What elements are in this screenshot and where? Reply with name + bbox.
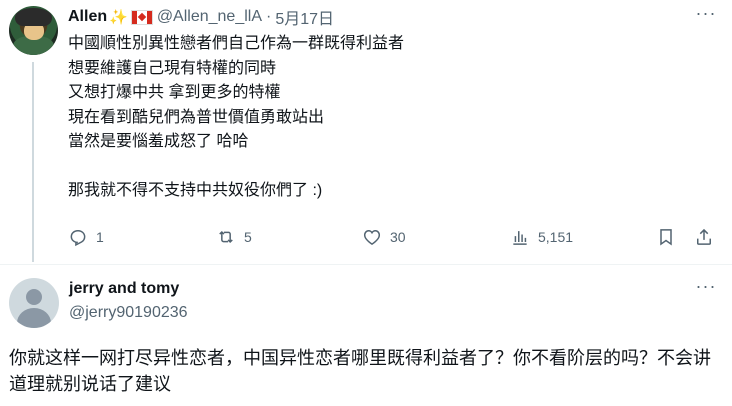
reply-more-options-icon[interactable]: ··· — [694, 277, 718, 299]
author-name[interactable]: Allen — [68, 8, 107, 26]
tweet-text: 中國順性別異性戀者們自己作為一群既得利益者 想要維護自己現有特權的同時 又想打爆中共… — [68, 32, 404, 204]
bookmark-button[interactable] — [656, 224, 676, 250]
tweet[interactable]: Allen ✨ @Allen_ne_llA · 5月17日 ··· 中國順性別異… — [0, 0, 732, 262]
views-button[interactable]: 5,151 — [510, 224, 573, 250]
sparkles-emoji: ✨ — [109, 9, 128, 26]
tweet-text-line: 當然是要惱羞成怒了 哈哈 — [68, 133, 249, 150]
canada-flag-icon — [130, 9, 153, 25]
tweet-text-line: 那我就不得不支持中共奴役你們了 :) — [68, 182, 323, 199]
tweet-divider — [0, 264, 732, 265]
heart-icon — [363, 229, 381, 245]
tweet-text-line: 又想打爆中共 拿到更多的特權 — [68, 84, 281, 101]
views-icon — [513, 231, 527, 245]
reply-button[interactable]: 1 — [68, 224, 104, 250]
tweet-text-line-blank — [68, 155, 404, 180]
reply-author-name[interactable]: jerry and tomy — [69, 280, 179, 298]
like-button[interactable]: 30 — [362, 224, 406, 250]
retweet-count: 5 — [244, 229, 252, 245]
views-count: 5,151 — [538, 229, 574, 245]
avatar-hat — [15, 8, 52, 26]
more-options-icon[interactable]: ··· — [694, 4, 718, 26]
share-icon — [697, 228, 711, 245]
bookmark-icon — [660, 229, 672, 246]
reply-author-handle[interactable]: @jerry90190236 — [69, 304, 188, 322]
tweet-header: Allen ✨ @Allen_ne_llA · 5月17日 — [68, 5, 334, 29]
like-count: 30 — [390, 229, 406, 245]
retweet-icon — [219, 230, 233, 244]
tweet-text-line: 中國順性別異性戀者們自己作為一群既得利益者 — [68, 35, 405, 52]
tweet-actions: 1 5 30 5,151 — [68, 224, 718, 250]
tweet-text-line: 想要維護自己現有特權的同時 — [68, 59, 277, 77]
tweet-date[interactable]: 5月17日 — [275, 5, 334, 29]
separator-dot: · — [266, 8, 272, 25]
retweet-button[interactable]: 5 — [216, 224, 252, 250]
author-handle[interactable]: @Allen_ne_llA — [157, 8, 262, 26]
avatar[interactable] — [9, 6, 58, 55]
reply-icon — [70, 230, 86, 247]
thread-line — [32, 62, 34, 262]
share-button[interactable] — [694, 224, 714, 250]
reply-text: 你就这样一网打尽异性恋者，中国异性恋者哪里既得利益者了？你不看阶层的吗？不会讲道… — [9, 348, 711, 394]
reply-count: 1 — [96, 229, 104, 245]
default-avatar-head — [26, 289, 42, 305]
default-avatar-shoulders — [17, 308, 51, 328]
reply-avatar[interactable] — [9, 278, 59, 328]
tweet-text-line: 現在看到酷兒們為普世價值勇敢站出 — [68, 108, 325, 126]
